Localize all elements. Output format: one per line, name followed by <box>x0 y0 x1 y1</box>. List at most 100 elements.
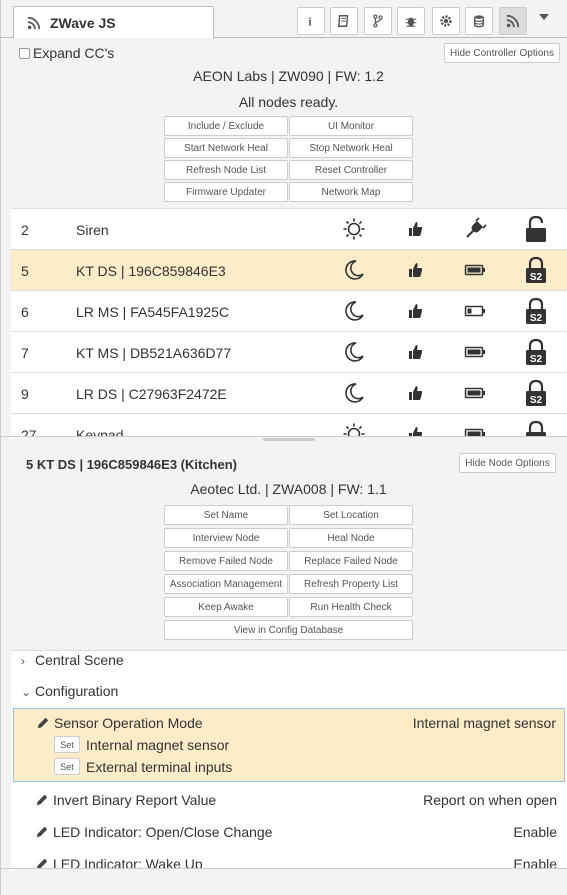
param-invert-binary-report[interactable]: Invert Binary Report Value Report on whe… <box>13 788 565 814</box>
tab-title: ZWave JS <box>50 15 116 31</box>
param-name: LED Indicator: Open/Close Change <box>53 824 273 840</box>
set-location-button[interactable]: Set Location <box>289 505 413 525</box>
param-value: Enable <box>513 856 557 868</box>
book-icon <box>337 15 349 27</box>
pencil-icon[interactable] <box>35 793 49 807</box>
splitter-grip[interactable] <box>263 438 315 441</box>
node-id: 2 <box>21 222 29 238</box>
moon-icon <box>345 383 364 403</box>
zwave-feed-button[interactable] <box>499 7 527 35</box>
group-label: Configuration <box>35 683 119 699</box>
param-option: Set Internal magnet sensor <box>54 736 229 753</box>
param-led-open-close[interactable]: LED Indicator: Open/Close Change Enable <box>13 820 565 846</box>
config-list[interactable]: › Central Scene ⌄ Configuration Sensor Ope… <box>11 650 567 868</box>
chevron-down-icon[interactable] <box>539 14 549 20</box>
gear-icon <box>440 15 452 27</box>
pencil-icon[interactable] <box>36 716 50 730</box>
firmware-updater-button[interactable]: Firmware Updater <box>164 182 288 202</box>
hide-node-options-button[interactable]: Hide Node Options <box>459 453 556 473</box>
stop-network-heal-button[interactable]: Stop Network Heal <box>289 138 413 158</box>
reset-controller-button[interactable]: Reset Controller <box>289 160 413 180</box>
moon-icon <box>345 342 364 362</box>
bug-icon <box>405 17 417 27</box>
expand-ccs-toggle[interactable]: Expand CC's <box>19 45 114 61</box>
chevron-down-icon: ⌄ <box>21 685 32 699</box>
selected-node-info: Aeotec Ltd. | ZWA008 | FW: 1.1 <box>190 481 387 497</box>
group-configuration[interactable]: ⌄ Configuration <box>21 683 118 699</box>
hide-controller-options-button[interactable]: Hide Controller Options <box>444 43 560 63</box>
param-value: Internal magnet sensor <box>412 715 556 731</box>
param-name: Invert Binary Report Value <box>53 792 217 808</box>
set-button[interactable]: Set <box>54 758 80 775</box>
run-health-check-button[interactable]: Run Health Check <box>289 597 413 617</box>
plug-icon <box>466 217 487 238</box>
moon-icon <box>345 260 364 280</box>
controller-info: AEON Labs | ZW090 | FW: 1.2 <box>193 68 384 84</box>
panel-splitter[interactable] <box>1 436 567 445</box>
help-button[interactable] <box>330 7 358 35</box>
option-label: Internal magnet sensor <box>86 736 230 753</box>
info-button[interactable]: i <box>297 7 325 35</box>
node-row[interactable]: 9 LR DS | C27963F2472E S2 <box>11 373 567 414</box>
settings-button[interactable] <box>432 7 460 35</box>
interview-node-button[interactable]: Interview Node <box>164 528 288 548</box>
thumbs-up-icon <box>409 427 423 436</box>
node-id: 27 <box>21 427 37 436</box>
param-value: Report on when open <box>423 792 557 808</box>
include-exclude-button[interactable]: Include / Exclude <box>164 116 288 136</box>
thumbs-up-icon <box>409 386 423 400</box>
keep-awake-button[interactable]: Keep Awake <box>164 597 288 617</box>
node-row[interactable]: 27 Keypad <box>11 414 567 436</box>
bottom-bar <box>1 868 567 895</box>
group-central-scene[interactable]: › Central Scene <box>21 652 124 668</box>
lock-s2-icon: S2 <box>526 379 546 406</box>
node-id: 7 <box>21 345 29 361</box>
tab-zwave-js[interactable]: ZWave JS <box>13 6 214 39</box>
battery-full-icon <box>464 264 485 276</box>
header-bar: ZWave JS i <box>1 0 567 39</box>
svg-text:S2: S2 <box>530 354 543 365</box>
node-row[interactable]: 7 KT MS | DB521A636D77 S2 <box>11 332 567 373</box>
thumbs-up-icon <box>409 304 423 318</box>
node-list[interactable]: 2 Siren 5 KT DS | 196C859846E3 S2 6 LR M… <box>11 208 567 436</box>
ui-monitor-button[interactable]: UI Monitor <box>289 116 413 136</box>
refresh-property-list-button[interactable]: Refresh Property List <box>289 574 413 594</box>
node-row[interactable]: 2 Siren <box>11 209 567 250</box>
start-network-heal-button[interactable]: Start Network Heal <box>164 138 288 158</box>
controller-status: All nodes ready. <box>238 94 339 110</box>
node-name: KT DS | 196C859846E3 <box>76 263 226 279</box>
remove-failed-node-button[interactable]: Remove Failed Node <box>164 551 288 571</box>
pencil-icon[interactable] <box>35 857 49 868</box>
chevron-right-icon: › <box>21 654 25 668</box>
battery-full-icon <box>464 387 485 399</box>
param-led-wake-up[interactable]: LED Indicator: Wake Up Enable <box>13 852 565 868</box>
node-row[interactable]: 6 LR MS | FA545FA1925C S2 <box>11 291 567 332</box>
network-map-button[interactable]: Network Map <box>289 182 413 202</box>
node-id: 9 <box>21 386 29 402</box>
node-options: 5 KT DS | 196C859846E3 (Kitchen) Hide No… <box>1 445 567 650</box>
pencil-icon[interactable] <box>35 825 49 839</box>
rss-icon <box>506 14 520 28</box>
refresh-node-list-button[interactable]: Refresh Node List <box>164 160 288 180</box>
zwave-js-panel: ZWave JS i Expand CC's Hide Controller O… <box>0 0 567 895</box>
git-button[interactable] <box>364 7 392 35</box>
heal-node-button[interactable]: Heal Node <box>289 528 413 548</box>
set-name-button[interactable]: Set Name <box>164 505 288 525</box>
database-button[interactable] <box>465 7 493 35</box>
node-name: KT MS | DB521A636D77 <box>76 345 232 361</box>
set-button[interactable]: Set <box>54 736 80 753</box>
moon-icon <box>345 301 364 321</box>
selected-node-title: 5 KT DS | 196C859846E3 (Kitchen) <box>26 457 238 472</box>
controller-options: Expand CC's Hide Controller Options AEON… <box>1 38 567 210</box>
replace-failed-node-button[interactable]: Replace Failed Node <box>289 551 413 571</box>
node-name: LR DS | C27963F2472E <box>76 386 227 402</box>
node-row-selected[interactable]: 5 KT DS | 196C859846E3 S2 <box>11 250 567 291</box>
debug-button[interactable] <box>397 7 425 35</box>
sun-icon <box>343 423 365 436</box>
association-management-button[interactable]: Association Management <box>164 574 288 594</box>
battery-full-icon <box>464 346 485 358</box>
view-config-database-button[interactable]: View in Config Database <box>164 620 413 640</box>
lock-s2-icon <box>526 420 546 436</box>
expand-ccs-checkbox[interactable] <box>19 47 30 59</box>
param-sensor-operation-mode[interactable]: Sensor Operation Mode Internal magnet se… <box>13 708 565 782</box>
